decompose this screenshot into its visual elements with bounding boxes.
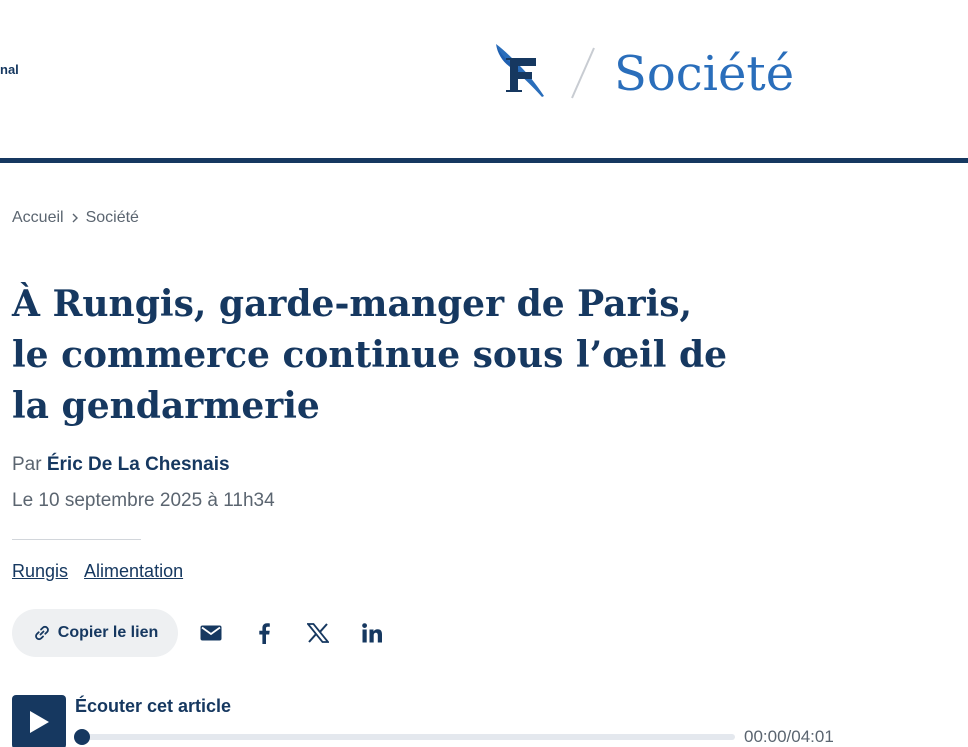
article-title: À Rungis, garde-manger de Paris, le comm… <box>12 283 728 427</box>
share-linkedin-button[interactable] <box>358 619 386 647</box>
play-icon <box>30 711 49 733</box>
tag-list: Rungis Alimentation <box>12 561 183 582</box>
header-left-text[interactable]: nal <box>0 62 19 77</box>
share-email-button[interactable] <box>197 619 225 647</box>
le-figaro-logo-icon[interactable] <box>490 40 550 100</box>
article-page: nal Société Accueil Société À Rungis, ga… <box>0 0 968 747</box>
site-header: nal Société <box>0 0 968 160</box>
tag-alimentation[interactable]: Alimentation <box>84 561 183 582</box>
author-link[interactable]: Éric De La Chesnais <box>47 454 230 475</box>
byline-divider <box>12 539 141 540</box>
mail-icon <box>200 625 222 641</box>
byline-prefix: Par <box>12 454 42 475</box>
header-rule <box>0 158 968 163</box>
publish-date: Le 10 septembre 2025 à 11h34 <box>12 490 275 511</box>
copy-link-button[interactable]: Copier le lien <box>12 609 178 657</box>
x-icon <box>307 623 329 643</box>
section-title[interactable]: Société <box>614 44 794 104</box>
link-icon <box>34 625 49 641</box>
chevron-right-icon <box>72 213 78 223</box>
linkedin-icon <box>362 623 382 643</box>
breadcrumb-item-section[interactable]: Société <box>86 209 139 227</box>
breadcrumb-item-home[interactable]: Accueil <box>12 209 64 227</box>
audio-progress-track[interactable] <box>74 729 735 745</box>
audio-play-button[interactable] <box>12 695 66 747</box>
audio-progress-thumb[interactable] <box>74 729 90 745</box>
divider-slash-icon <box>571 47 595 99</box>
share-facebook-button[interactable] <box>250 619 278 647</box>
tag-rungis[interactable]: Rungis <box>12 561 68 582</box>
audio-time: 00:00/04:01 <box>744 727 834 746</box>
facebook-icon <box>259 623 270 644</box>
copy-link-label: Copier le lien <box>57 624 159 641</box>
audio-label: Écouter cet article <box>75 696 232 716</box>
breadcrumb: Accueil Société <box>12 209 139 227</box>
byline: Par Éric De La Chesnais <box>12 454 230 476</box>
share-x-button[interactable] <box>304 619 332 647</box>
